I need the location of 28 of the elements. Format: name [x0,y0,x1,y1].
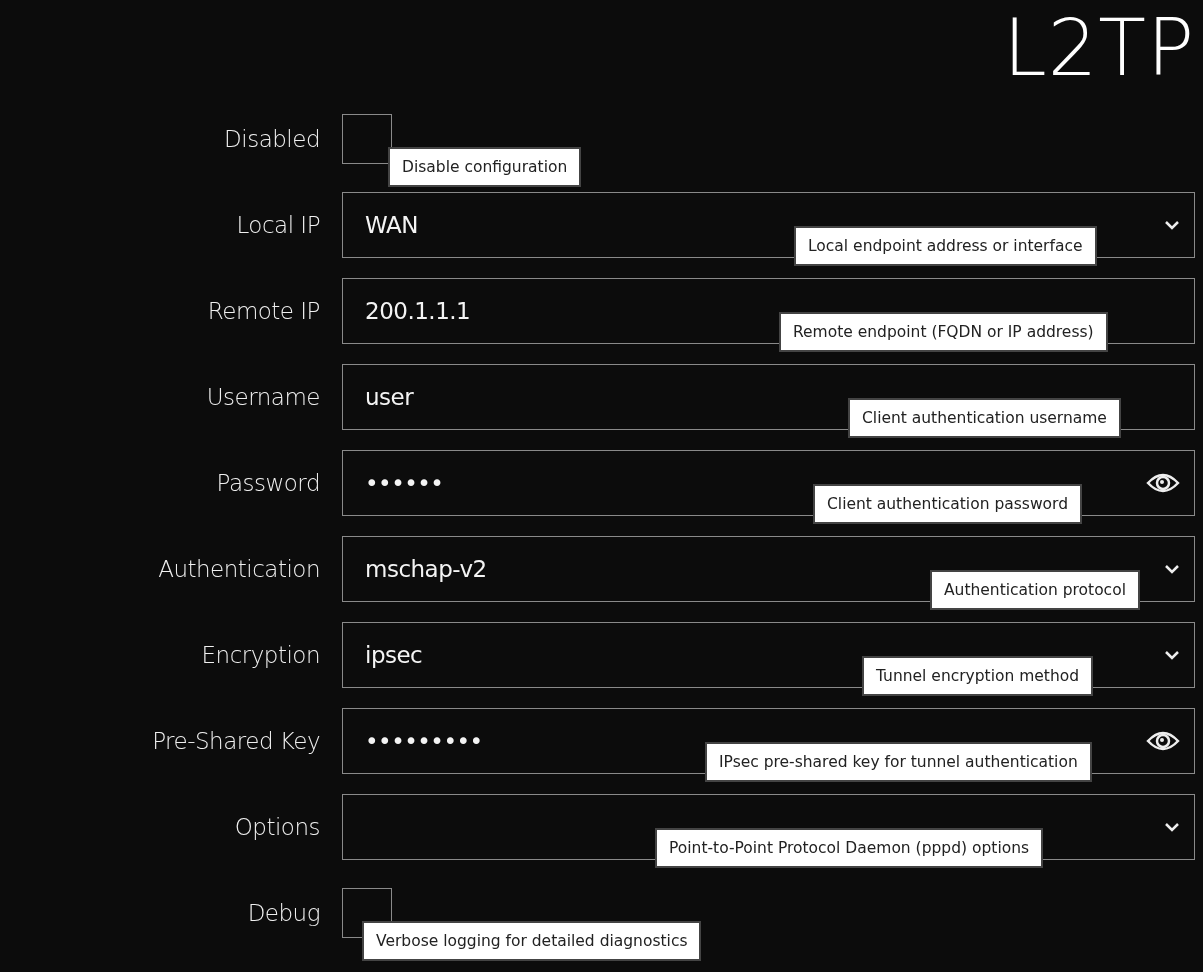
page-title: L2TP [1003,2,1195,95]
tooltip: Authentication protocol [930,570,1140,610]
field-label: Password [215,470,320,496]
tooltip: Tunnel encryption method [862,656,1094,696]
field-label: Disabled [223,126,320,152]
chevron-down-icon [1164,220,1180,230]
field-label: Pre-Shared Key [151,728,320,754]
field-label: Debug [246,900,320,926]
tooltip: Verbose logging for detailed diagnostics [362,921,702,961]
field-label: Username [205,384,320,410]
chevron-down-icon [1164,650,1180,660]
tooltip: Point-to-Point Protocol Daemon (pppd) options [655,828,1044,868]
tooltip: Client authentication password [813,484,1082,524]
field-label: Options [233,814,320,840]
tooltip: Local endpoint address or interface [794,226,1097,266]
eye-icon[interactable] [1146,729,1180,753]
tooltip: Client authentication username [848,398,1121,438]
tooltip: Remote endpoint (FQDN or IP address) [779,312,1108,352]
field-label: Local IP [235,212,320,238]
field-label: Remote IP [206,298,320,324]
tooltip: Disable configuration [388,147,582,187]
eye-icon[interactable] [1146,471,1180,495]
tooltip: IPsec pre-shared key for tunnel authentication [705,742,1092,782]
chevron-down-icon [1164,564,1180,574]
chevron-down-icon [1164,822,1180,832]
checkbox[interactable] [342,114,392,164]
field-label: Authentication [157,556,320,582]
field-label: Encryption [200,642,320,668]
